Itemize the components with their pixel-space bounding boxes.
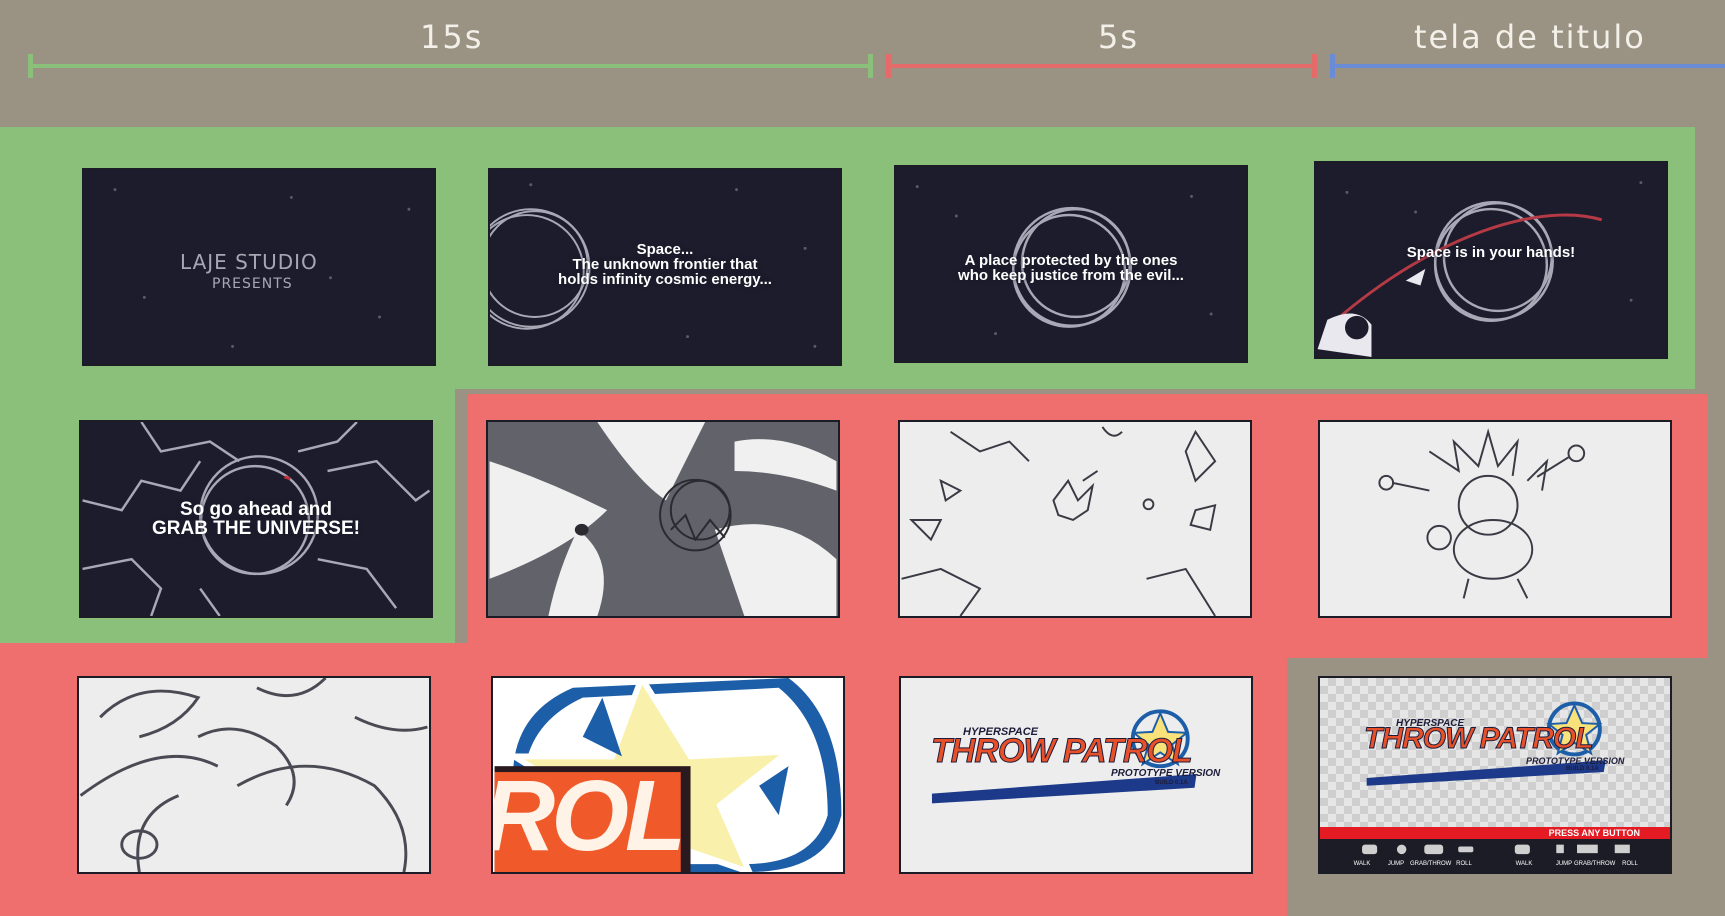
- logo-build: BUILD 0.1A: [1155, 780, 1188, 786]
- closeup-sketch: [79, 678, 428, 872]
- controls-bar: WALK JUMP GRAB/THROW ROLL WALK JUMP GRAB…: [1320, 839, 1670, 872]
- timeline-cap: [1312, 54, 1317, 78]
- title-logo-prototype: PROTOTYPE VERSION: [1526, 756, 1625, 766]
- timeline-cap: [868, 54, 873, 78]
- storyboard-panel-debris: [898, 420, 1252, 618]
- intro-caption-grab: So go ahead and GRAB THE UNIVERSE!: [152, 499, 360, 539]
- logo-title: THROW PATROL: [931, 732, 1194, 771]
- control-label-roll: ROLL: [1456, 861, 1472, 867]
- storyboard-panel-logo-zoom: ROL: [491, 676, 845, 874]
- control-label-grab-throw-alt: GRAB/THROW: [1574, 861, 1616, 867]
- storyboard-panel-justice: A place protected by the ones who keep j…: [894, 165, 1248, 363]
- storyboard-panel-grab: So go ahead and GRAB THE UNIVERSE!: [79, 420, 433, 618]
- studio-title: LAJE STUDIO: [180, 250, 318, 274]
- timeline-bar-action: [888, 64, 1316, 68]
- timeline-bar-title: [1332, 64, 1725, 68]
- timeline-label-5s: 5s: [1098, 18, 1140, 56]
- timeline-label-15s: 15s: [420, 18, 484, 56]
- storyboard-panel-hands: Space is in your hands!: [1314, 161, 1668, 359]
- logo-prototype: PROTOTYPE VERSION: [1111, 768, 1221, 779]
- energy-burst-sketch: [489, 422, 837, 616]
- storyboard-panel-hero-pose: [1318, 420, 1672, 618]
- action-zone-join: [0, 643, 468, 658]
- studio-presents: PRESENTS: [212, 276, 293, 292]
- timeline-bar-intro: [30, 64, 872, 68]
- storyboard-panel-space: Space... The unknown frontier that holds…: [488, 168, 842, 366]
- hero-pose-sketch: [1378, 428, 1586, 599]
- logo-partial-text: ROL: [491, 760, 686, 872]
- storyboard-panel-studio: LAJE STUDIO PRESENTS: [82, 168, 436, 366]
- control-label-roll-alt: ROLL: [1622, 861, 1638, 867]
- title-logo-build: BUILD 0.1A: [1566, 766, 1599, 772]
- storyboard-panel-closeup: [77, 676, 431, 874]
- title-logo-main: THROW PATROL: [1364, 722, 1595, 756]
- intro-caption-space: Space... The unknown frontier that holds…: [558, 241, 772, 288]
- timeline-label-title-screen: tela de titulo: [1414, 18, 1646, 56]
- intro-caption-hands: Space is in your hands!: [1406, 244, 1576, 261]
- storyboard-panel-title-screen: HYPERSPACE THROW PATROL PROTOTYPE VERSIO…: [1318, 676, 1672, 874]
- control-icons: [1362, 844, 1630, 855]
- debris-sketch: [901, 426, 1217, 616]
- intro-caption-justice: A place protected by the ones who keep j…: [958, 252, 1184, 284]
- press-any-button-banner: PRESS ANY BUTTON: [1320, 827, 1670, 839]
- storyboard-panel-logo: HYPERSPACE THROW PATROL PROTOTYPE VERSIO…: [899, 676, 1253, 874]
- storyboard-panel-energy-burst: [486, 420, 840, 618]
- control-label-walk-alt: WALK: [1515, 861, 1533, 867]
